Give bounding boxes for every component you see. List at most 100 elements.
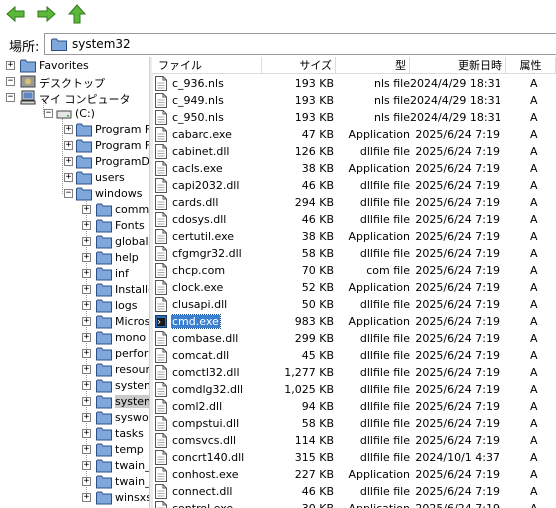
file-name: control.exe — [171, 500, 266, 508]
tree-node[interactable]: − windows — [0, 186, 149, 202]
drive-icon — [56, 110, 72, 119]
file-row[interactable]: cacls.exe 38 KB Application 2025/6/24 7:19 A — [152, 160, 556, 177]
expand-toggle[interactable]: + — [82, 365, 91, 374]
file-icon — [155, 484, 167, 499]
tree-node[interactable]: + help — [0, 250, 149, 266]
forward-button[interactable] — [34, 3, 58, 25]
expand-toggle[interactable]: + — [64, 141, 73, 150]
file-row[interactable]: clock.exe 52 KB Application 2025/6/24 7:19 A — [152, 279, 556, 296]
expand-toggle[interactable]: + — [64, 173, 73, 182]
file-row[interactable]: clusapi.dll 50 KB dllfile file 2025/6/24 7:… — [152, 296, 556, 313]
expand-toggle[interactable]: + — [82, 317, 91, 326]
file-row[interactable]: combase.dll 299 KB dllfile file 2025/6/24 7… — [152, 330, 556, 347]
address-input[interactable]: system32 — [44, 33, 556, 55]
file-row[interactable]: connect.dll 46 KB dllfile file 2025/6/24 7:… — [152, 483, 556, 500]
file-row[interactable]: cdosys.dll 46 KB dllfile file 2025/6/24 7:1… — [152, 211, 556, 228]
file-row[interactable]: comcat.dll 45 KB dllfile file 2025/6/24 7:1… — [152, 347, 556, 364]
file-row[interactable]: c_950.nls 193 KB nls file 2024/4/29 18:31 A — [152, 109, 556, 126]
expand-toggle[interactable]: + — [6, 61, 15, 70]
tree-node[interactable]: + command — [0, 202, 149, 218]
file-row[interactable]: conhost.exe 227 KB Application 2025/6/24 7:… — [152, 466, 556, 483]
tree-node[interactable]: + globalization — [0, 234, 149, 250]
tree-node[interactable]: + Program Files — [0, 122, 149, 138]
expand-toggle[interactable]: + — [82, 397, 91, 406]
expand-toggle[interactable]: + — [82, 205, 91, 214]
collapse-toggle[interactable]: − — [6, 77, 15, 86]
file-row[interactable]: cfgmgr32.dll 58 KB dllfile file 2025/6/24 7… — [152, 245, 556, 262]
expand-toggle[interactable]: + — [82, 285, 91, 294]
column-header-date[interactable]: 更新日時 — [410, 57, 506, 74]
file-row[interactable]: comctl32.dll 1,277 KB dllfile file 2025/6/2… — [152, 364, 556, 381]
folder-icon — [96, 443, 112, 457]
up-button[interactable] — [65, 3, 89, 25]
expand-toggle[interactable]: + — [82, 253, 91, 262]
tree-node[interactable]: + system32 — [0, 394, 149, 410]
file-row[interactable]: coml2.dll 94 KB dllfile file 2025/6/24 7:19… — [152, 398, 556, 415]
file-icon — [155, 76, 167, 91]
expand-toggle[interactable]: + — [82, 493, 91, 502]
expand-toggle[interactable]: + — [64, 125, 73, 134]
file-row[interactable]: comdlg32.dll 1,025 KB dllfile file 2025/6/2… — [152, 381, 556, 398]
file-row[interactable]: compstui.dll 58 KB dllfile file 2025/6/24 7… — [152, 415, 556, 432]
tree-node[interactable]: + inf — [0, 266, 149, 282]
expand-toggle[interactable]: + — [82, 429, 91, 438]
tree-node[interactable]: + temp — [0, 442, 149, 458]
tree-node[interactable]: + users — [0, 170, 149, 186]
file-name: c_949.nls — [171, 92, 266, 109]
tree-node[interactable]: + logs — [0, 298, 149, 314]
collapse-toggle[interactable]: − — [6, 93, 15, 102]
expand-toggle[interactable]: + — [82, 349, 91, 358]
collapse-toggle[interactable]: − — [44, 109, 53, 118]
tree-node[interactable]: − (C:) — [0, 106, 149, 122]
tree-node[interactable]: + Favorites — [0, 58, 149, 74]
file-row[interactable]: cabinet.dll 126 KB dllfile file 2025/6/24 7… — [152, 143, 556, 160]
column-header-attr[interactable]: 属性 — [506, 57, 556, 74]
column-header-type[interactable]: 型 — [336, 57, 410, 74]
expand-toggle[interactable]: + — [82, 381, 91, 390]
tree-node[interactable]: + system — [0, 378, 149, 394]
folder-icon — [96, 411, 112, 425]
tree-node[interactable]: − デスクトップ — [0, 74, 149, 90]
tree-node[interactable]: + ProgramData — [0, 154, 149, 170]
expand-toggle[interactable]: + — [82, 333, 91, 342]
file-row[interactable]: concrt140.dll 315 KB dllfile file 2024/10/1… — [152, 449, 556, 466]
tree-node[interactable]: − マイ コンピュータ — [0, 90, 149, 106]
expand-toggle[interactable]: + — [82, 301, 91, 310]
tree-node[interactable]: + Microsoft.NET — [0, 314, 149, 330]
expand-toggle[interactable]: + — [82, 237, 91, 246]
expand-toggle[interactable]: + — [82, 461, 91, 470]
file-row[interactable]: c_936.nls 193 KB nls file 2024/4/29 18:31 A — [152, 75, 556, 92]
tree-node[interactable]: + winsxs — [0, 490, 149, 506]
expand-toggle[interactable]: + — [82, 477, 91, 486]
column-header-size[interactable]: サイズ — [262, 57, 336, 74]
file-row[interactable]: c_949.nls 193 KB nls file 2024/4/29 18:31 A — [152, 92, 556, 109]
file-row[interactable]: comsvcs.dll 114 KB dllfile file 2025/6/24 7… — [152, 432, 556, 449]
expand-toggle[interactable]: + — [82, 445, 91, 454]
tree-node[interactable]: + performance — [0, 346, 149, 362]
file-name-text: clock.exe — [172, 281, 224, 294]
collapse-toggle[interactable]: − — [64, 189, 73, 198]
file-row[interactable]: cabarc.exe 47 KB Application 2025/6/24 7:19… — [152, 126, 556, 143]
file-row[interactable]: certutil.exe 38 KB Application 2025/6/24 7:… — [152, 228, 556, 245]
file-row[interactable]: cards.dll 294 KB dllfile file 2025/6/24 7:1… — [152, 194, 556, 211]
tree-node[interactable]: + Program Files (x86) — [0, 138, 149, 154]
expand-toggle[interactable]: + — [82, 413, 91, 422]
tree-node[interactable]: + twain_32 — [0, 458, 149, 474]
file-row[interactable]: chcp.com 70 KB com file 2025/6/24 7:19 A — [152, 262, 556, 279]
tree-node[interactable]: + syswow64 — [0, 410, 149, 426]
expand-toggle[interactable]: + — [82, 269, 91, 278]
back-button[interactable] — [4, 3, 28, 25]
file-row[interactable]: capi2032.dll 46 KB dllfile file 2025/6/24 7… — [152, 177, 556, 194]
file-row[interactable]: cmd.exe 983 KB Application 2025/6/24 7:19 A — [152, 313, 556, 330]
tree-node[interactable]: + mono — [0, 330, 149, 346]
tree-node[interactable]: + Installer — [0, 282, 149, 298]
folder-icon — [96, 331, 112, 345]
tree-node[interactable]: + twain_64 — [0, 474, 149, 490]
tree-node[interactable]: + tasks — [0, 426, 149, 442]
file-row[interactable]: control.exe 30 KBApplication2025/6/24 7:1… — [152, 500, 556, 508]
tree-node[interactable]: + Fonts — [0, 218, 149, 234]
expand-toggle[interactable]: + — [82, 221, 91, 230]
tree-node[interactable]: + resources — [0, 362, 149, 378]
column-header-name[interactable]: ファイル — [152, 57, 262, 74]
expand-toggle[interactable]: + — [64, 157, 73, 166]
